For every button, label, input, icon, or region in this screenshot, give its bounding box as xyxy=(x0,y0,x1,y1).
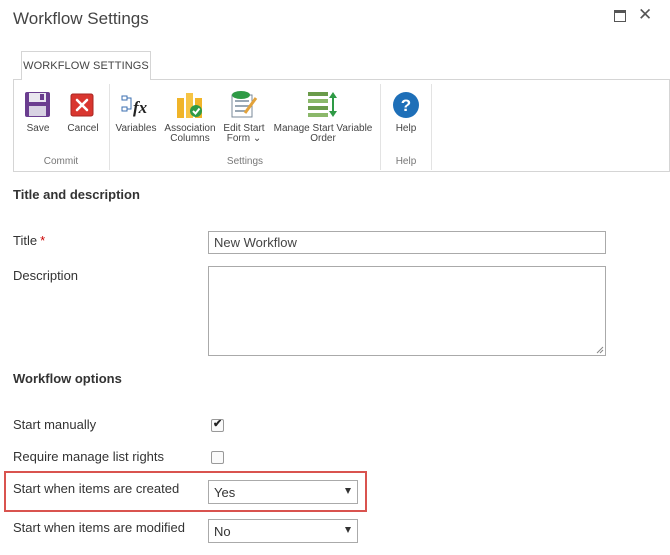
svg-text:?: ? xyxy=(401,96,411,115)
close-icon[interactable]: ✕ xyxy=(638,6,652,23)
edit-start-form-label-2: Form ⌄ xyxy=(226,133,262,144)
save-button[interactable]: Save xyxy=(20,86,56,138)
dropdown-arrow-icon xyxy=(345,488,351,494)
save-icon xyxy=(25,92,50,117)
group-label-help: Help xyxy=(395,156,417,167)
edit-start-form-button[interactable]: Edit Start Form ⌄ xyxy=(220,86,268,148)
association-columns-button[interactable]: Association Columns xyxy=(162,86,218,148)
start-manually-label: Start manually xyxy=(13,417,97,432)
maximize-icon[interactable] xyxy=(613,8,627,22)
start-when-created-label: Start when items are created xyxy=(13,481,180,496)
resize-grip-icon[interactable] xyxy=(596,346,604,354)
cancel-button[interactable]: Cancel xyxy=(64,86,102,138)
edit-start-form-icon xyxy=(231,91,258,118)
group-label-settings: Settings xyxy=(226,156,264,167)
dropdown-arrow-icon: ⌄ xyxy=(252,133,262,144)
cancel-label: Cancel xyxy=(67,123,99,134)
variables-label: Variables xyxy=(115,123,157,134)
svg-text:fx: fx xyxy=(133,98,148,117)
start-manually-checkbox[interactable]: ✔ xyxy=(211,418,224,432)
dialog-title: Workflow Settings xyxy=(13,9,149,28)
description-textarea[interactable] xyxy=(208,266,606,356)
variables-button[interactable]: fx Variables xyxy=(114,86,158,138)
section-workflow-options: Workflow options xyxy=(13,371,122,386)
group-divider xyxy=(431,84,432,170)
association-columns-icon xyxy=(177,93,202,118)
start-when-modified-select[interactable]: No xyxy=(208,519,358,543)
section-title-and-description: Title and description xyxy=(13,187,140,202)
help-label: Help xyxy=(395,123,417,134)
cancel-icon xyxy=(70,93,94,117)
manage-start-variable-order-label-2: Order xyxy=(310,133,336,144)
description-label: Description xyxy=(13,268,79,283)
help-icon: ? xyxy=(393,92,419,118)
required-marker: * xyxy=(40,233,46,248)
title-label: Title * xyxy=(13,233,46,248)
start-when-modified-value: No xyxy=(214,524,231,539)
require-manage-list-rights-checkbox[interactable] xyxy=(211,451,224,464)
tab-workflow-settings[interactable]: WORKFLOW SETTINGS xyxy=(21,51,151,80)
association-columns-label-2: Columns xyxy=(170,133,210,144)
dropdown-arrow-icon xyxy=(345,527,351,533)
require-manage-list-rights-label: Require manage list rights xyxy=(13,449,165,464)
start-when-created-value: Yes xyxy=(214,485,236,500)
title-input[interactable] xyxy=(208,231,606,254)
start-when-modified-label: Start when items are modified xyxy=(13,520,185,535)
checkmark-icon: ✔ xyxy=(213,418,223,430)
start-when-created-select[interactable]: Yes xyxy=(208,480,358,504)
save-label: Save xyxy=(26,123,50,134)
group-label-commit: Commit xyxy=(43,156,79,167)
help-button[interactable]: ? Help xyxy=(388,86,424,138)
variables-icon: fx xyxy=(121,95,148,117)
manage-order-icon xyxy=(308,92,337,117)
manage-start-variable-order-button[interactable]: Manage Start Variable Order xyxy=(270,86,376,148)
